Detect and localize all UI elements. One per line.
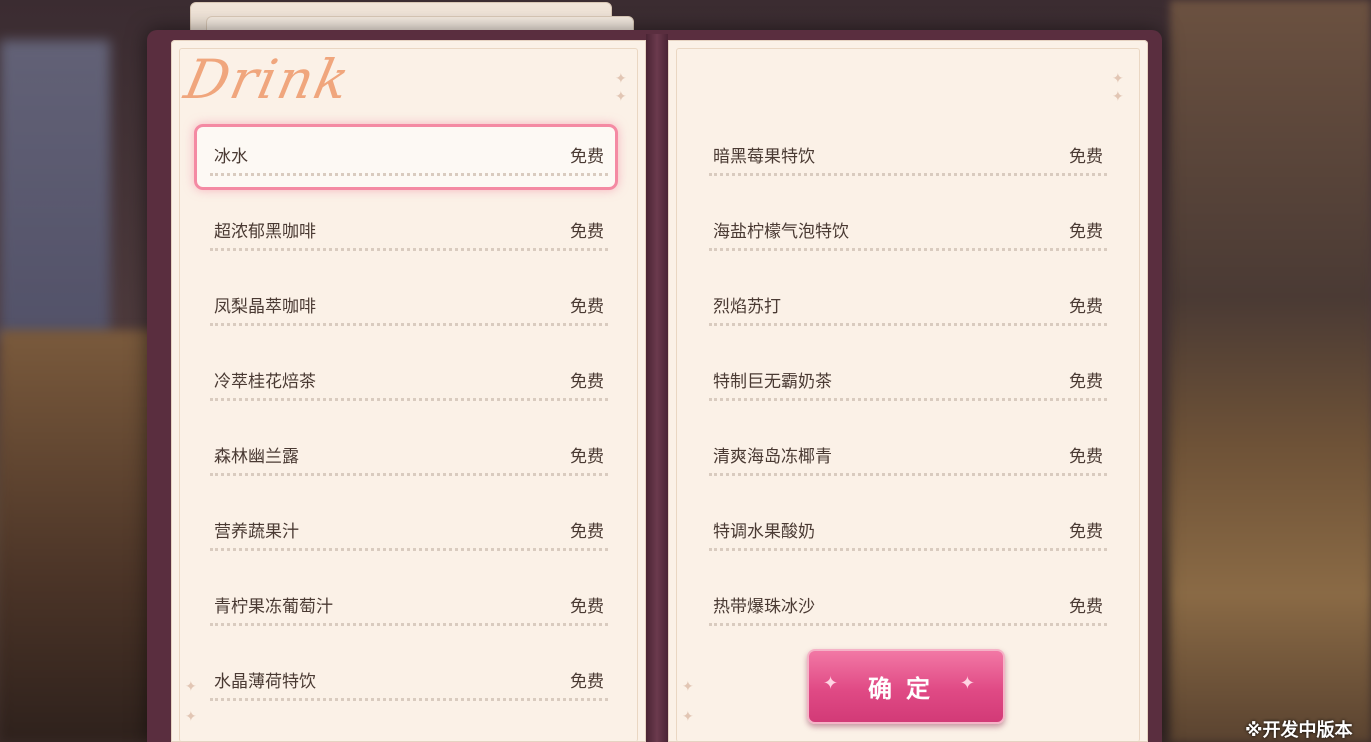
menu-item[interactable]: 超浓郁黑咖啡 免费 <box>210 205 608 259</box>
confirm-button[interactable]: ✦ 确定 ✦ <box>807 649 1005 724</box>
item-name: 青柠果冻葡萄汁 <box>214 597 333 617</box>
item-price: 免费 <box>570 297 604 317</box>
dotted-divider <box>210 323 608 326</box>
menu-item[interactable]: 特制巨无霸奶茶 免费 <box>709 355 1107 409</box>
item-name: 特调水果酸奶 <box>713 522 815 542</box>
item-name: 特制巨无霸奶茶 <box>713 372 832 392</box>
menu-item[interactable]: 森林幽兰露 免费 <box>210 430 608 484</box>
item-price: 免费 <box>1069 147 1103 167</box>
item-price: 免费 <box>570 522 604 542</box>
item-price: 免费 <box>1069 222 1103 242</box>
menu-item[interactable]: 清爽海岛冻椰青 免费 <box>709 430 1107 484</box>
item-name: 冰水 <box>214 147 248 167</box>
menu-item[interactable]: 营养蔬果汁 免费 <box>210 505 608 559</box>
menu-item[interactable]: 青柠果冻葡萄汁 免费 <box>210 580 608 634</box>
menu-item[interactable]: 凤梨晶萃咖啡 免费 <box>210 280 608 334</box>
menu-item[interactable]: 特调水果酸奶 免费 <box>709 505 1107 559</box>
dotted-divider <box>709 398 1107 401</box>
dotted-divider <box>210 473 608 476</box>
item-name: 凤梨晶萃咖啡 <box>214 297 316 317</box>
menu-item[interactable]: 热带爆珠冰沙 免费 <box>709 580 1107 634</box>
item-name: 森林幽兰露 <box>214 447 299 467</box>
book-spine <box>646 34 668 742</box>
item-name: 海盐柠檬气泡特饮 <box>713 222 849 242</box>
item-price: 免费 <box>1069 447 1103 467</box>
item-price: 免费 <box>570 372 604 392</box>
item-name: 清爽海岛冻椰青 <box>713 447 832 467</box>
item-price: 免费 <box>1069 297 1103 317</box>
item-price: 免费 <box>570 147 604 167</box>
sparkle-icon: ✦ <box>959 673 989 694</box>
item-price: 免费 <box>1069 372 1103 392</box>
sparkle-icon: ✦ <box>615 89 627 105</box>
sparkle-icon: ✦ <box>185 709 197 725</box>
item-price: 免费 <box>570 597 604 617</box>
sparkle-icon: ✦ <box>1112 89 1124 105</box>
confirm-label: 确定 <box>868 675 944 703</box>
sparkle-icon: ✦ <box>615 71 627 87</box>
sparkle-icon: ✦ <box>185 679 197 695</box>
dotted-divider <box>210 248 608 251</box>
item-price: 免费 <box>1069 597 1103 617</box>
menu-item[interactable]: 烈焰苏打 免费 <box>709 280 1107 334</box>
item-name: 营养蔬果汁 <box>214 522 299 542</box>
dotted-divider <box>210 398 608 401</box>
item-price: 免费 <box>570 447 604 467</box>
item-price: 免费 <box>570 672 604 692</box>
item-name: 水晶薄荷特饮 <box>214 672 316 692</box>
menu-title: Drink <box>179 48 357 111</box>
dotted-divider <box>709 548 1107 551</box>
dev-version-note: ※开发中版本 <box>1245 720 1353 741</box>
dotted-divider <box>709 623 1107 626</box>
dotted-divider <box>210 698 608 701</box>
item-name: 超浓郁黑咖啡 <box>214 222 316 242</box>
dotted-divider <box>210 173 608 176</box>
dotted-divider <box>210 623 608 626</box>
dotted-divider <box>709 248 1107 251</box>
sparkle-icon: ✦ <box>1112 71 1124 87</box>
menu-item[interactable]: 暗黑莓果特饮 免费 <box>709 130 1107 184</box>
item-name: 冷萃桂花焙茶 <box>214 372 316 392</box>
menu-item[interactable]: 冷萃桂花焙茶 免费 <box>210 355 608 409</box>
menu-item[interactable]: 海盐柠檬气泡特饮 免费 <box>709 205 1107 259</box>
item-name: 暗黑莓果特饮 <box>713 147 815 167</box>
dotted-divider <box>709 323 1107 326</box>
sparkle-icon: ✦ <box>682 709 694 725</box>
menu-item[interactable]: 水晶薄荷特饮 免费 <box>210 655 608 709</box>
item-name: 烈焰苏打 <box>713 297 781 317</box>
item-price: 免费 <box>570 222 604 242</box>
dotted-divider <box>709 173 1107 176</box>
dotted-divider <box>210 548 608 551</box>
sparkle-icon: ✦ <box>682 679 694 695</box>
sparkle-icon: ✦ <box>823 673 853 694</box>
item-price: 免费 <box>1069 522 1103 542</box>
menu-item[interactable]: 冰水 免费 <box>194 124 618 190</box>
dotted-divider <box>709 473 1107 476</box>
item-name: 热带爆珠冰沙 <box>713 597 815 617</box>
